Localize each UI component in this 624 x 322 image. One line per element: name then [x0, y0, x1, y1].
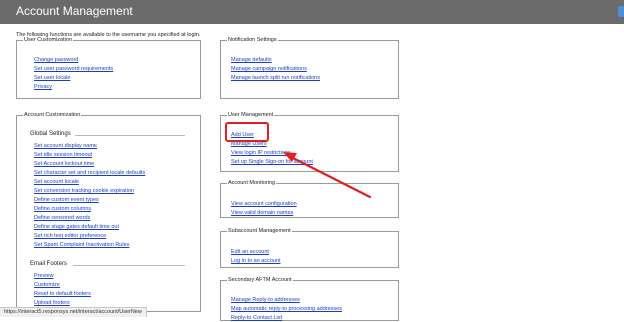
account-customization-legend: Account Customization — [24, 112, 81, 118]
set-account-display-name-link[interactable]: Set account display name — [34, 143, 97, 150]
set-spam-complaint-link[interactable]: Set Spam Complaint Inactivation Rules — [34, 242, 129, 249]
edit-an-account-link[interactable]: Edit an account — [231, 249, 269, 256]
manage-users-link[interactable]: Manage Users — [231, 141, 267, 148]
account-customization-section: Account Customization Global Settings Se… — [16, 112, 201, 312]
subaccount-management-section: Subaccount Management Edit an account Lo… — [220, 228, 399, 268]
notification-settings-section: Notification Settings Manage defaults Ma… — [220, 37, 399, 99]
user-management-section: User Management Add User Manage Users Vi… — [220, 112, 399, 172]
log-in-to-an-account-link[interactable]: Log in to an account — [231, 258, 281, 265]
upload-footers-link[interactable]: Upload footers — [34, 300, 70, 307]
user-customization-section: User Customization Change password Set u… — [16, 37, 201, 99]
set-character-set-link[interactable]: Set character set and recipient locale d… — [34, 170, 145, 177]
email-footers-label: Email Footers — [30, 261, 68, 267]
map-reply-to-processing-link[interactable]: Map automatic reply-to processing addres… — [231, 306, 342, 313]
global-settings-divider — [75, 135, 185, 136]
view-login-ip-restrictions-link[interactable]: View login IP restrictions — [231, 150, 291, 157]
page-header: Account Management — [0, 0, 624, 24]
set-user-password-requirements-link[interactable]: Set user password requirements — [34, 66, 113, 73]
set-idle-session-timeout-link[interactable]: Set idle session timeout — [34, 152, 92, 159]
preview-footer-link[interactable]: Preview — [34, 273, 54, 280]
set-up-single-sign-on-link[interactable]: Set up Single Sign-on for account — [231, 159, 313, 166]
account-monitoring-section: Account Monitoring View account configur… — [220, 180, 399, 218]
help-icon[interactable] — [618, 6, 624, 17]
set-rich-text-editor-link[interactable]: Set rich text editor preference — [34, 233, 106, 240]
set-account-locale-link[interactable]: Set account locale — [34, 179, 79, 186]
customize-footer-link[interactable]: Customize — [34, 282, 60, 289]
define-custom-event-types-link[interactable]: Define custom event types — [34, 197, 99, 204]
manage-launch-split-run-notifications-link[interactable]: Manage launch split run notifications — [231, 75, 320, 82]
view-valid-domain-names-link[interactable]: View valid domain names — [231, 210, 293, 217]
add-user-highlight — [225, 122, 269, 142]
user-management-legend: User Management — [228, 112, 274, 118]
change-password-link[interactable]: Change password — [34, 57, 78, 64]
manage-reply-to-addresses-link[interactable]: Manage Reply-to addresses — [231, 297, 300, 304]
view-account-configuration-link[interactable]: View account configuration — [231, 201, 297, 208]
manage-defaults-link[interactable]: Manage defaults — [231, 57, 272, 64]
page-title: Account Management — [16, 4, 133, 18]
set-conversion-tracking-link[interactable]: Set conversion tracking cookie expiratio… — [34, 188, 134, 195]
secondary-aftm-legend: Secondary AFTM Account — [228, 277, 292, 283]
define-custom-columns-link[interactable]: Define custom columns — [34, 206, 91, 213]
set-user-locale-link[interactable]: Set user locale — [34, 75, 70, 82]
reset-default-footers-link[interactable]: Reset to default footers — [34, 291, 91, 298]
notification-settings-legend: Notification Settings — [228, 37, 277, 43]
define-stage-gates-link[interactable]: Define stage gates default time out — [34, 224, 119, 231]
subaccount-management-legend: Subaccount Management — [228, 228, 291, 234]
global-settings-label: Global Settings — [30, 131, 71, 137]
define-censored-words-link[interactable]: Define censored words — [34, 215, 90, 222]
privacy-link[interactable]: Privacy — [34, 84, 52, 91]
user-customization-legend: User Customization — [24, 37, 72, 43]
secondary-aftm-section: Secondary AFTM Account Manage Reply-to a… — [220, 277, 399, 321]
set-account-lockout-time-link[interactable]: Set Account lockout time — [34, 161, 94, 168]
manage-campaign-notifications-link[interactable]: Manage campaign notifications — [231, 66, 307, 73]
email-footers-divider — [73, 265, 185, 266]
account-monitoring-legend: Account Monitoring — [228, 180, 276, 186]
reply-to-contact-list-link[interactable]: Reply-to Contact List — [231, 315, 282, 322]
